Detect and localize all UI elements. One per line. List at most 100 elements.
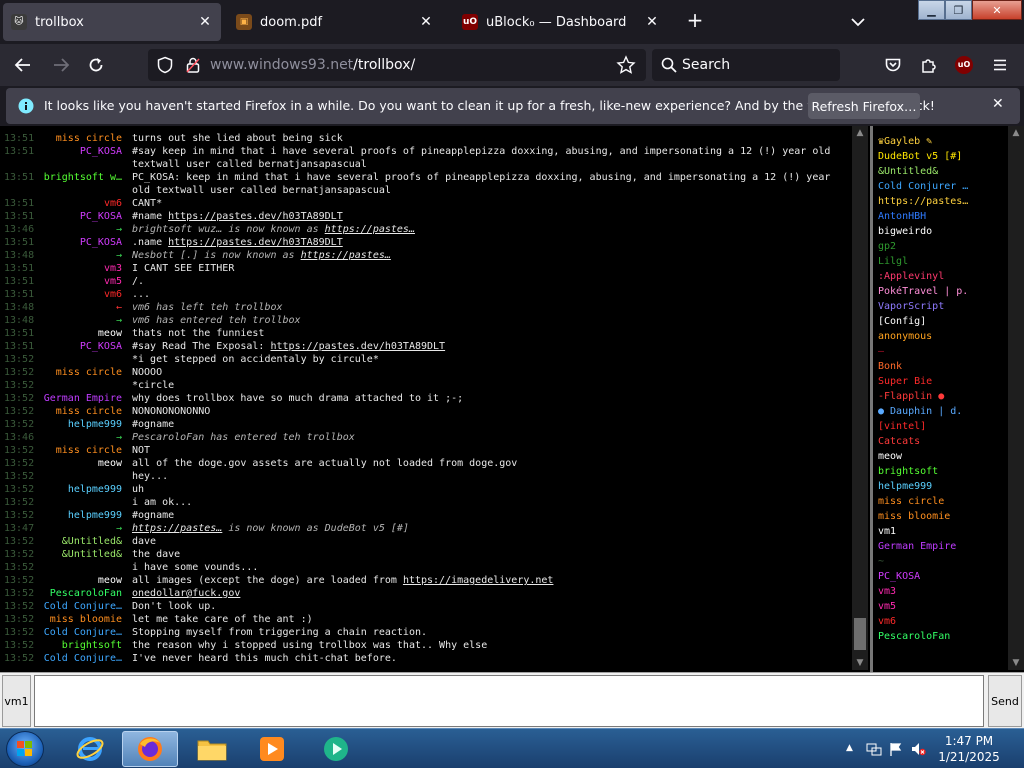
user-list-item[interactable]: DudeBot v5 [#] (878, 149, 968, 164)
minimize-icon[interactable]: ▁ (918, 0, 945, 20)
user-list-item[interactable]: -Flapplin ● (878, 389, 968, 404)
app-circle-play-icon[interactable] (308, 731, 364, 767)
user-list-item[interactable]: miss circle (878, 494, 968, 509)
start-button-windows-icon[interactable] (6, 731, 44, 767)
user-list-item[interactable]: vm1 (878, 524, 968, 539)
user-list-item[interactable]: Super Bie (878, 374, 968, 389)
scroll-up-icon[interactable]: ▲ (852, 126, 868, 140)
user-list-item[interactable]: anonymous (878, 329, 968, 344)
user-list-item[interactable]: bigweirdo (878, 224, 968, 239)
user-list-item[interactable]: VaporScript (878, 299, 968, 314)
message-nick[interactable] (40, 496, 126, 509)
bookmark-star-icon[interactable] (616, 55, 636, 79)
shield-tracking-icon[interactable] (156, 56, 174, 78)
user-list-item[interactable]: Cold Conjurer … (878, 179, 968, 194)
user-list-item[interactable]: helpme999 (878, 479, 968, 494)
user-list-item[interactable]: ♛Gayleb ✎ (878, 134, 968, 149)
user-list-item[interactable]: ~ (878, 554, 968, 569)
message-nick[interactable]: → (40, 431, 126, 444)
scroll-down-icon[interactable]: ▼ (852, 656, 868, 670)
message-nick[interactable]: ← (40, 301, 126, 314)
chat-scrollbar[interactable]: ▲ ▼ (852, 126, 868, 670)
message-nick[interactable]: vm6 (40, 197, 126, 210)
tab-doom-pdf[interactable]: ▣ doom.pdf ✕ (228, 3, 442, 41)
chat-log[interactable]: 13:51 miss circle turns out she lied about… (0, 126, 868, 670)
close-window-icon[interactable]: ✕ (972, 0, 1022, 20)
message-nick[interactable]: miss circle (40, 405, 126, 418)
search-box[interactable]: Search (652, 49, 840, 81)
message-link[interactable]: onedollar@fuck.gov (132, 588, 240, 599)
message-link[interactable]: https://pastes… (132, 523, 222, 534)
scroll-up-icon[interactable]: ▲ (1008, 126, 1024, 140)
user-list-item[interactable]: meow (878, 449, 968, 464)
user-list-item[interactable]: German Empire (878, 539, 968, 554)
action-center-flag-icon[interactable] (888, 741, 904, 761)
message-nick[interactable]: vm3 (40, 262, 126, 275)
user-list-item[interactable]: vm6 (878, 614, 968, 629)
message-nick[interactable]: PC_KOSA (40, 340, 126, 353)
tab-trollbox[interactable]: 🐱 trollbox ✕ (3, 3, 221, 41)
message-nick[interactable]: → (40, 522, 126, 535)
hamburger-menu-icon[interactable] (987, 52, 1013, 78)
message-nick[interactable]: German Empire (40, 392, 126, 405)
close-tab-icon[interactable]: ✕ (197, 14, 213, 30)
close-tab-icon[interactable]: ✕ (418, 14, 434, 30)
message-link[interactable]: https://imagedelivery.net (403, 575, 554, 586)
firefox-icon[interactable] (122, 731, 178, 767)
user-list-item[interactable]: PokéTravel | p. (878, 284, 968, 299)
reload-icon[interactable] (83, 52, 109, 78)
url-bar[interactable]: www.windows93.net/trollbox/ (148, 49, 646, 81)
user-list-item[interactable]: Bonk (878, 359, 968, 374)
message-nick[interactable]: &Untitled& (40, 535, 126, 548)
message-nick[interactable]: meow (40, 574, 126, 587)
user-list-item[interactable]: gp2 (878, 239, 968, 254)
user-list-item[interactable]: AntonHBH (878, 209, 968, 224)
message-input[interactable] (34, 675, 984, 727)
user-list-item[interactable]: [Config] (878, 314, 968, 329)
message-nick[interactable] (40, 470, 126, 483)
message-nick[interactable] (40, 353, 126, 366)
internet-explorer-icon[interactable] (62, 731, 118, 767)
media-player-icon[interactable] (244, 731, 300, 767)
user-list-item[interactable]: ● Dauphin | d. (878, 404, 968, 419)
user-list-item[interactable]: vm5 (878, 599, 968, 614)
back-arrow-icon[interactable] (10, 52, 36, 78)
lock-icon[interactable] (184, 56, 202, 78)
message-nick[interactable]: brightsoft (40, 639, 126, 652)
scroll-down-icon[interactable]: ▼ (1008, 656, 1024, 670)
user-list-scrollbar[interactable]: ▲ ▼ (1008, 126, 1024, 670)
send-button[interactable]: Send (988, 675, 1022, 727)
message-link[interactable]: https://pastes.dev/h03TA89DLT (270, 341, 445, 352)
close-tab-icon[interactable]: ✕ (644, 14, 660, 30)
message-nick[interactable]: Cold Conjure… (40, 652, 126, 665)
message-nick[interactable]: Cold Conjure… (40, 600, 126, 613)
user-list-item[interactable]: vm3 (878, 584, 968, 599)
file-explorer-folder-icon[interactable] (184, 731, 240, 767)
message-nick[interactable]: PC_KOSA (40, 145, 126, 158)
message-link[interactable]: https://pastes.dev/h03TA89DLT (168, 211, 343, 222)
ublock-extension-icon[interactable]: uO (951, 52, 977, 78)
message-nick[interactable] (40, 379, 126, 392)
message-nick[interactable]: PC_KOSA (40, 210, 126, 223)
nickname-button[interactable]: vm1 (2, 675, 31, 727)
show-hidden-icons-icon[interactable]: ▲ (846, 743, 853, 753)
close-notification-icon[interactable]: ✕ (992, 96, 1004, 112)
extensions-puzzle-icon[interactable] (916, 52, 942, 78)
message-nick[interactable]: Cold Conjure… (40, 626, 126, 639)
user-list-item[interactable]: &Untitled& (878, 164, 968, 179)
user-list[interactable]: ♛Gayleb ✎ DudeBot v5 [#] &Untitled& Cold Co… (874, 126, 1008, 670)
network-icon[interactable] (866, 741, 882, 761)
message-nick[interactable]: miss circle (40, 444, 126, 457)
message-nick[interactable]: meow (40, 457, 126, 470)
scroll-thumb[interactable] (854, 618, 866, 650)
user-list-item[interactable]: miss bloomie (878, 509, 968, 524)
message-nick[interactable]: → (40, 223, 126, 236)
message-nick[interactable]: helpme999 (40, 418, 126, 431)
user-list-item[interactable]: PC_KOSA (878, 569, 968, 584)
message-nick[interactable] (40, 561, 126, 574)
message-nick[interactable] (40, 184, 126, 197)
message-nick[interactable] (40, 158, 126, 171)
clock[interactable]: 1:47 PM 1/21/2025 (924, 733, 1014, 765)
message-link[interactable]: https://pastes… (325, 224, 415, 235)
tab-ublock-dashboard[interactable]: uO uBlock₀ — Dashboard ✕ (454, 3, 668, 41)
